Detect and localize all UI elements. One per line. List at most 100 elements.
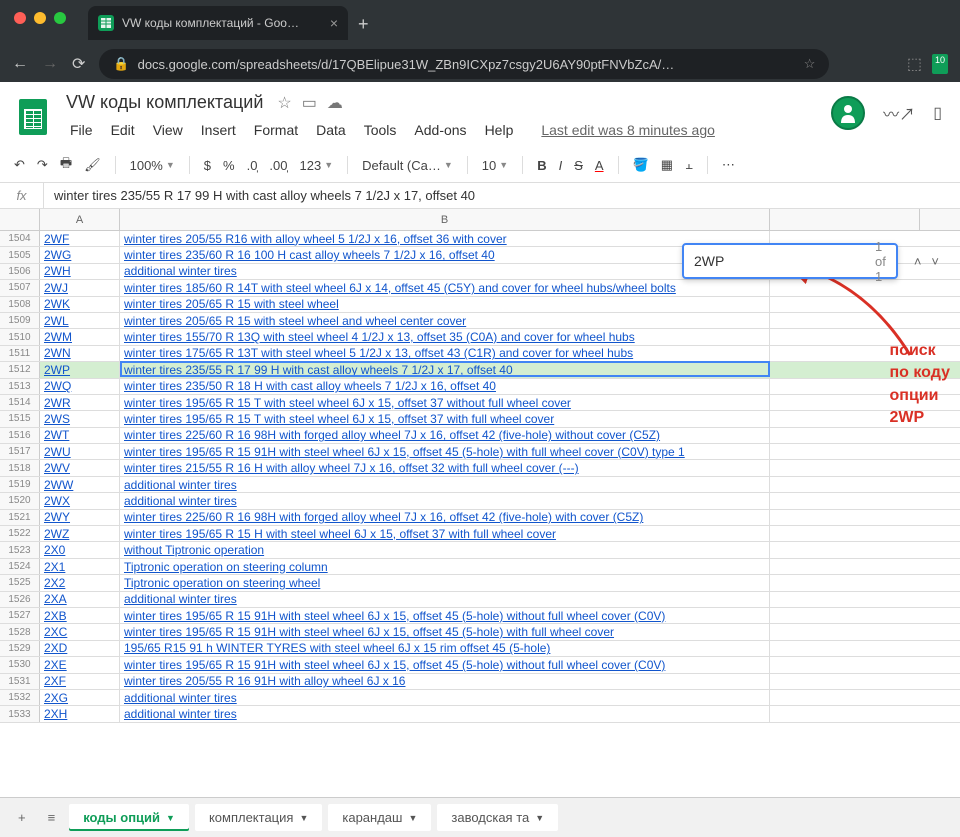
cell[interactable]: Tiptronic operation on steering column [120,559,770,574]
cell[interactable]: 2X2 [40,575,120,590]
table-row[interactable]: 15282XCwinter tires 195/65 R 15 91H with… [0,624,960,640]
new-tab-button[interactable]: + [358,14,369,35]
table-row[interactable]: 15112WNwinter tires 175/65 R 13T with st… [0,346,960,362]
table-row[interactable]: 15232X0without Tiptronic operation [0,542,960,558]
row-number[interactable]: 1506 [0,264,40,279]
row-number[interactable]: 1509 [0,313,40,328]
menu-help[interactable]: Help [477,119,522,141]
cell[interactable]: winter tires 175/65 R 13T with steel whe… [120,346,770,361]
row-number[interactable]: 1521 [0,510,40,525]
row-number[interactable]: 1530 [0,657,40,672]
zoom-select[interactable]: 100%▼ [130,158,175,173]
table-row[interactable]: 15152WSwinter tires 195/65 R 15 T with s… [0,411,960,427]
cloud-status-icon[interactable]: ☁ [327,93,343,113]
sheet-tab[interactable]: коды опций ▼ [69,804,189,831]
row-number[interactable]: 1519 [0,477,40,492]
sheet-tab[interactable]: заводская та ▼ [437,804,558,831]
cell[interactable]: 2WQ [40,379,120,394]
row-number[interactable]: 1524 [0,559,40,574]
menu-tools[interactable]: Tools [356,119,405,141]
row-number[interactable]: 1513 [0,379,40,394]
borders-icon[interactable]: ▦ [661,157,673,173]
all-sheets-button[interactable]: ≡ [40,806,64,829]
cell[interactable]: additional winter tires [120,493,770,508]
table-row[interactable]: 15092WLwinter tires 205/65 R 15 with ste… [0,313,960,329]
fill-color-icon[interactable]: 🪣 [633,157,649,173]
decimal-inc-icon[interactable]: .00̩ [269,158,287,173]
font-select[interactable]: Default (Ca…▼ [362,158,453,173]
cell[interactable]: Tiptronic operation on steering wheel [120,575,770,590]
back-icon[interactable]: ← [12,55,28,73]
select-all-corner[interactable] [0,209,40,230]
row-number[interactable]: 1522 [0,526,40,541]
cell[interactable]: 2WU [40,444,120,459]
cell[interactable]: 2WR [40,395,120,410]
table-row[interactable]: 15202WXadditional winter tires [0,493,960,509]
formula-input[interactable]: winter tires 235/55 R 17 99 H with cast … [44,183,960,208]
table-row[interactable]: 15312XFwinter tires 205/55 R 16 91H with… [0,674,960,690]
cell[interactable]: 2WW [40,477,120,492]
print-icon[interactable]: 🖶 [60,154,72,176]
cell[interactable]: 2XD [40,641,120,656]
tab-menu-icon[interactable]: ▼ [535,813,544,823]
cell[interactable]: 2WL [40,313,120,328]
table-row[interactable]: 15212WYwinter tires 225/60 R 16 98H with… [0,510,960,526]
font-size-select[interactable]: 10▼ [482,158,508,173]
table-row[interactable]: 15192WWadditional winter tires [0,477,960,493]
window-close-icon[interactable] [14,12,26,24]
toolbar-more-icon[interactable]: ⋯ [722,157,735,173]
table-row[interactable]: 15082WKwinter tires 205/65 R 15 with ste… [0,297,960,313]
sheet-tab[interactable]: комплектация ▼ [195,804,322,831]
cell[interactable]: winter tires 195/65 R 15 91H with steel … [120,608,770,623]
find-next-icon[interactable]: ˅ [931,254,939,269]
table-row[interactable]: 15072WJwinter tires 185/60 R 14T with st… [0,280,960,296]
table-row[interactable]: 15252X2Tiptronic operation on steering w… [0,575,960,591]
cell[interactable]: additional winter tires [120,477,770,492]
cell[interactable]: 2WT [40,428,120,443]
extension-icon[interactable]: ⬚ [907,54,922,74]
table-row[interactable]: 15142WRwinter tires 195/65 R 15 T with s… [0,395,960,411]
table-row[interactable]: 15322XGadditional winter tires [0,690,960,706]
star-icon[interactable]: ☆ [804,56,816,72]
row-number[interactable]: 1510 [0,329,40,344]
row-number[interactable]: 1508 [0,297,40,312]
add-sheet-button[interactable]: + [10,806,34,829]
cell[interactable]: winter tires 225/60 R 16 98H with forged… [120,510,770,525]
row-number[interactable]: 1515 [0,411,40,426]
bold-icon[interactable]: B [537,158,546,173]
row-number[interactable]: 1531 [0,674,40,689]
tab-menu-icon[interactable]: ▼ [408,813,417,823]
row-number[interactable]: 1512 [0,362,40,377]
cell[interactable]: without Tiptronic operation [120,542,770,557]
cell[interactable]: winter tires 155/70 R 13Q with steel whe… [120,329,770,344]
move-doc-icon[interactable]: ▭ [302,93,317,113]
table-row[interactable]: 15222WZwinter tires 195/65 R 15 H with s… [0,526,960,542]
row-number[interactable]: 1528 [0,624,40,639]
tab-menu-icon[interactable]: ▼ [166,813,175,823]
row-number[interactable]: 1526 [0,592,40,607]
row-number[interactable]: 1511 [0,346,40,361]
cell[interactable]: winter tires 195/65 R 15 91H with steel … [120,624,770,639]
cell[interactable]: winter tires 195/65 R 15 T with steel wh… [120,411,770,426]
cell[interactable]: additional winter tires [120,264,770,279]
col-header-c[interactable] [770,209,920,230]
star-doc-icon[interactable]: ☆ [277,93,291,113]
row-number[interactable]: 1532 [0,690,40,705]
table-row[interactable]: 15302XEwinter tires 195/65 R 15 91H with… [0,657,960,673]
table-row[interactable]: 15242X1Tiptronic operation on steering c… [0,559,960,575]
row-number[interactable]: 1523 [0,542,40,557]
window-minimize-icon[interactable] [34,12,46,24]
cell[interactable]: 2WV [40,460,120,475]
menu-insert[interactable]: Insert [193,119,244,141]
cell[interactable]: winter tires 185/60 R 14T with steel whe… [120,280,770,295]
row-number[interactable]: 1514 [0,395,40,410]
menu-format[interactable]: Format [246,119,306,141]
number-format-select[interactable]: 123▼ [300,158,334,173]
cell[interactable]: 2X1 [40,559,120,574]
cell[interactable]: 2XF [40,674,120,689]
url-input[interactable]: 🔒 docs.google.com/spreadsheets/d/17QBEli… [99,49,829,79]
redo-icon[interactable]: ↷ [37,157,48,173]
cell[interactable]: 2X0 [40,542,120,557]
cell[interactable]: additional winter tires [120,592,770,607]
tab-menu-icon[interactable]: ▼ [299,813,308,823]
